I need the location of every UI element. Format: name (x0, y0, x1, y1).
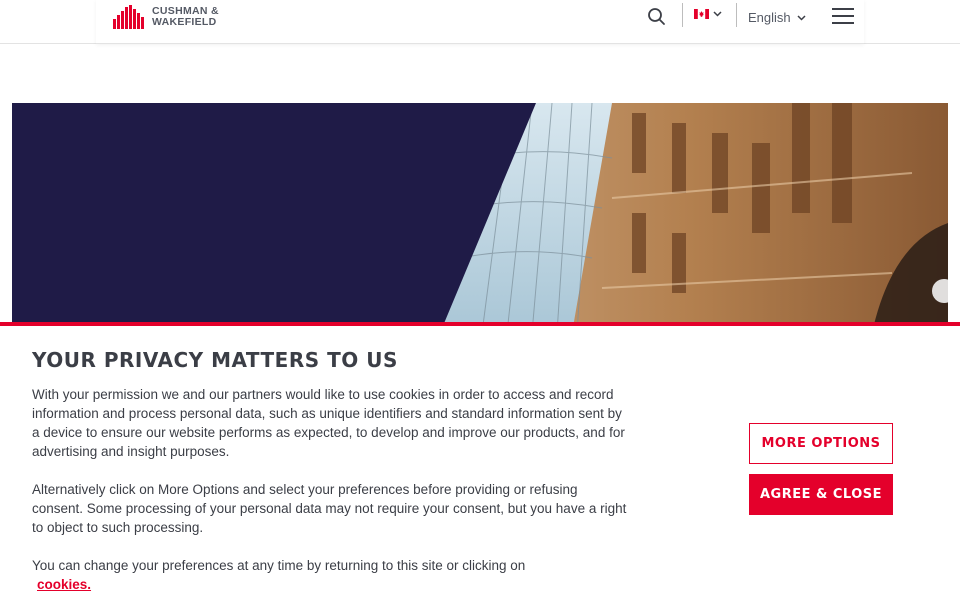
cookie-paragraph-3: You can change your preferences at any t… (32, 556, 632, 594)
header-divider (736, 3, 737, 27)
search-icon (648, 8, 665, 25)
language-label: English (748, 10, 791, 25)
logo-wordmark: CUSHMAN & WAKEFIELD (152, 6, 219, 28)
cookie-paragraph-2: Alternatively click on More Options and … (32, 482, 627, 535)
cookie-consent-banner: YOUR PRIVACY MATTERS TO US With your per… (0, 322, 960, 600)
menu-line (832, 22, 854, 24)
language-selector[interactable]: English (748, 10, 806, 25)
logo-line-2: WAKEFIELD (152, 16, 217, 28)
hamburger-menu-icon[interactable] (832, 8, 854, 26)
agree-close-button[interactable]: AGREE & CLOSE (749, 474, 893, 515)
country-selector[interactable] (694, 9, 722, 19)
chevron-down-icon (797, 14, 806, 21)
site-header: CUSHMAN & WAKEFIELD English (0, 0, 960, 44)
logo-mark-icon (113, 5, 144, 29)
page: CUSHMAN & WAKEFIELD English YOUR PRIVACY… (0, 0, 960, 600)
brand-logo[interactable]: CUSHMAN & WAKEFIELD (113, 5, 219, 29)
chevron-down-icon (713, 11, 722, 17)
menu-line (832, 8, 854, 10)
cookie-paragraph-3-text: You can change your preferences at any t… (32, 558, 526, 573)
search-button[interactable] (646, 6, 668, 28)
cookie-paragraph-1: With your permission we and our partners… (32, 387, 625, 459)
header-divider (682, 3, 683, 27)
more-options-button[interactable]: MORE OPTIONS (749, 423, 893, 464)
cookie-title: YOUR PRIVACY MATTERS TO US (32, 348, 398, 372)
cookies-link[interactable]: cookies. (37, 575, 91, 594)
hero-banner (12, 103, 948, 333)
menu-line (832, 15, 854, 17)
canada-flag-icon (694, 9, 709, 19)
